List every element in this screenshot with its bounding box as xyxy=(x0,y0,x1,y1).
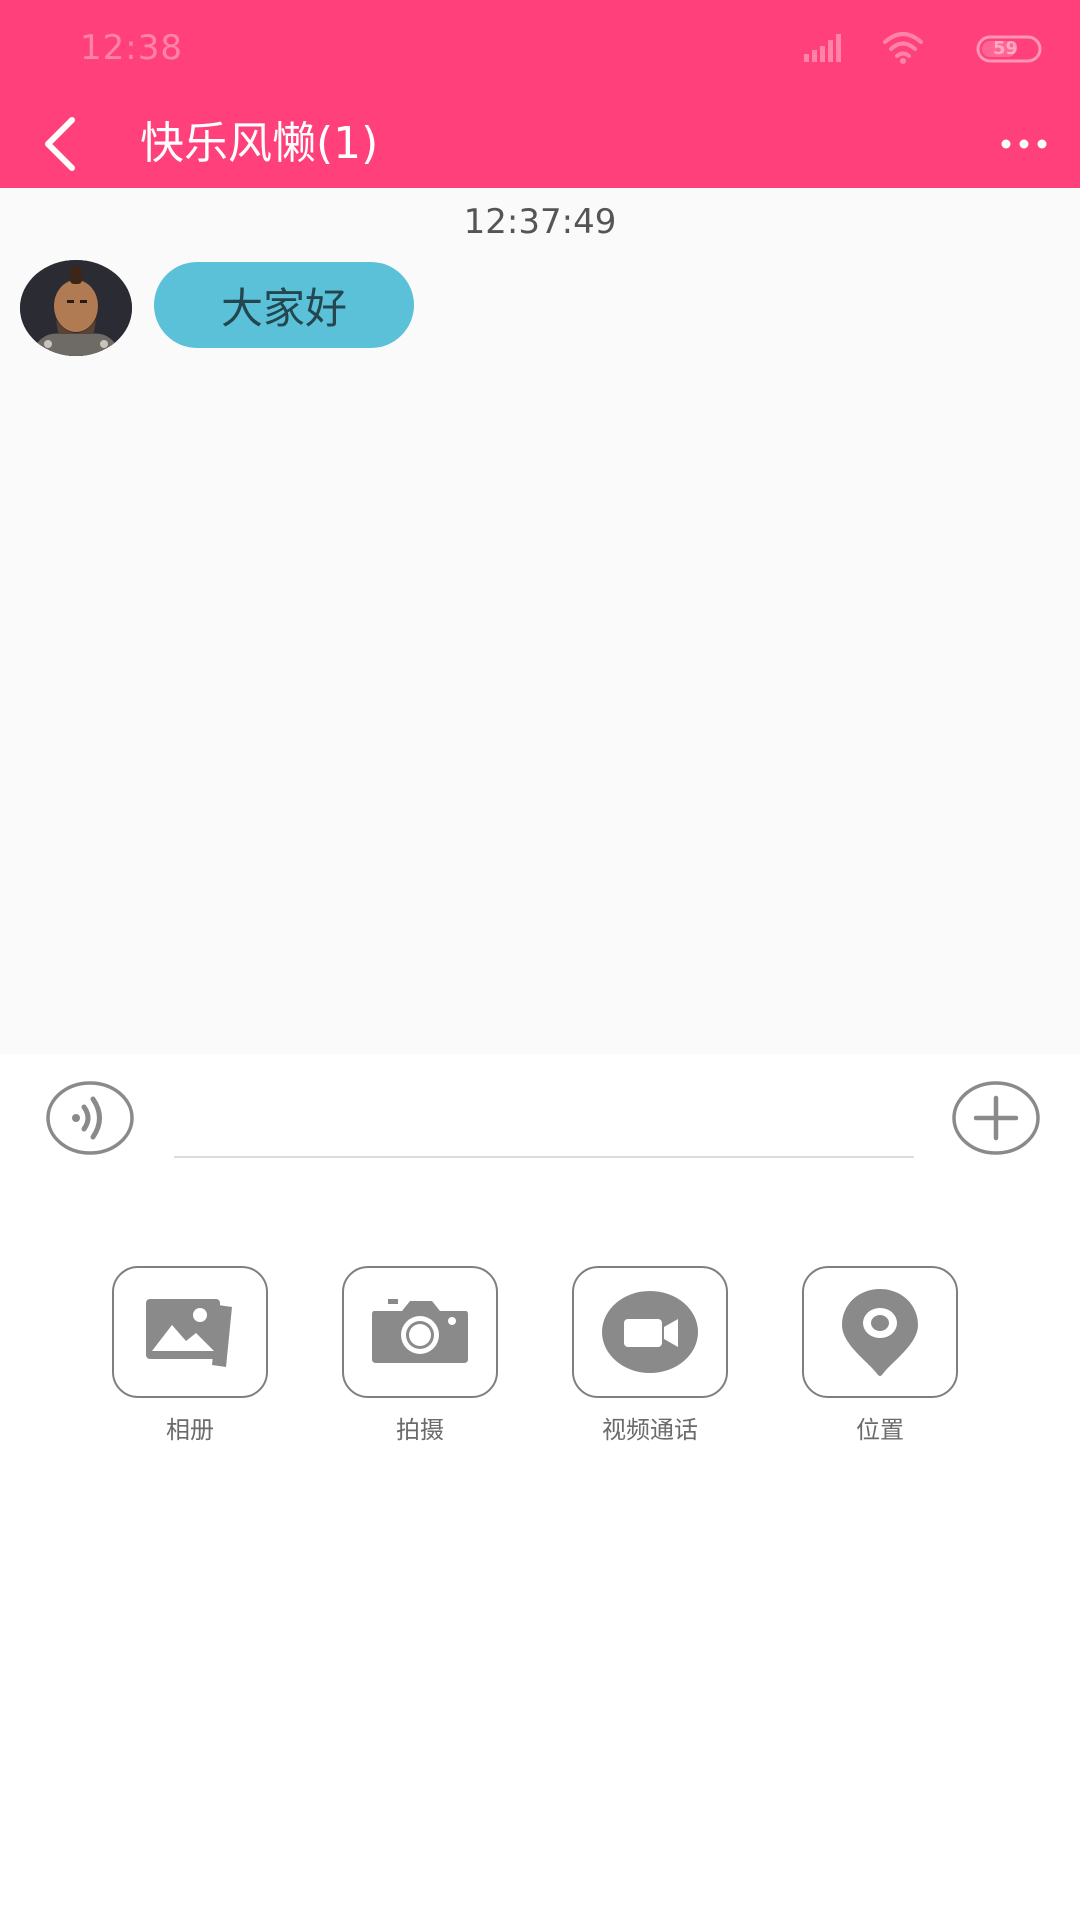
battery-level: 59 xyxy=(992,38,1018,59)
tool-label: 位置 xyxy=(856,1416,904,1444)
more-dots-icon xyxy=(1001,139,1047,149)
video-call-icon xyxy=(602,1291,698,1373)
location-button[interactable] xyxy=(802,1266,958,1398)
input-panel: 相册 拍摄 视频通话 位置 xyxy=(0,1054,1080,1920)
album-icon xyxy=(146,1299,232,1367)
album-button[interactable] xyxy=(112,1266,268,1398)
tool-label: 相册 xyxy=(166,1416,214,1444)
tool-album[interactable]: 相册 xyxy=(112,1266,268,1446)
status-icons: 59 xyxy=(784,30,1044,70)
app-bar: 快乐风懒(1) xyxy=(0,100,1080,188)
message-bubble[interactable]: 大家好 xyxy=(154,262,414,348)
voice-button[interactable] xyxy=(46,1080,134,1156)
plus-icon xyxy=(952,1081,1040,1155)
message-text: 大家好 xyxy=(220,283,347,333)
more-button[interactable] xyxy=(992,120,1056,168)
back-button[interactable] xyxy=(28,112,92,176)
tools-panel: 相册 拍摄 视频通话 位置 xyxy=(0,1266,1080,1456)
add-button[interactable] xyxy=(952,1080,1040,1156)
camera-icon xyxy=(372,1299,468,1363)
location-icon xyxy=(842,1289,918,1376)
back-arrow-icon xyxy=(45,117,75,171)
message-timestamp: 12:37:49 xyxy=(463,202,617,242)
avatar[interactable] xyxy=(20,260,132,356)
avatar-image xyxy=(20,260,132,356)
status-bar: 12:38 59 xyxy=(0,0,1080,100)
tool-camera[interactable]: 拍摄 xyxy=(342,1266,498,1446)
voice-icon xyxy=(46,1081,134,1155)
chat-area: 12:37:49 大家好 xyxy=(0,188,1080,1054)
status-time: 12:38 xyxy=(80,28,183,68)
tool-label: 视频通话 xyxy=(602,1416,698,1444)
tool-label: 拍摄 xyxy=(396,1416,444,1444)
camera-button[interactable] xyxy=(342,1266,498,1398)
wifi-icon xyxy=(883,32,923,64)
signal-icon xyxy=(804,34,841,62)
tool-video-call[interactable]: 视频通话 xyxy=(572,1266,728,1446)
chat-title: 快乐风懒(1) xyxy=(140,118,379,169)
message-input[interactable] xyxy=(174,1084,914,1158)
tool-location[interactable]: 位置 xyxy=(802,1266,958,1446)
video-call-button[interactable] xyxy=(572,1266,728,1398)
